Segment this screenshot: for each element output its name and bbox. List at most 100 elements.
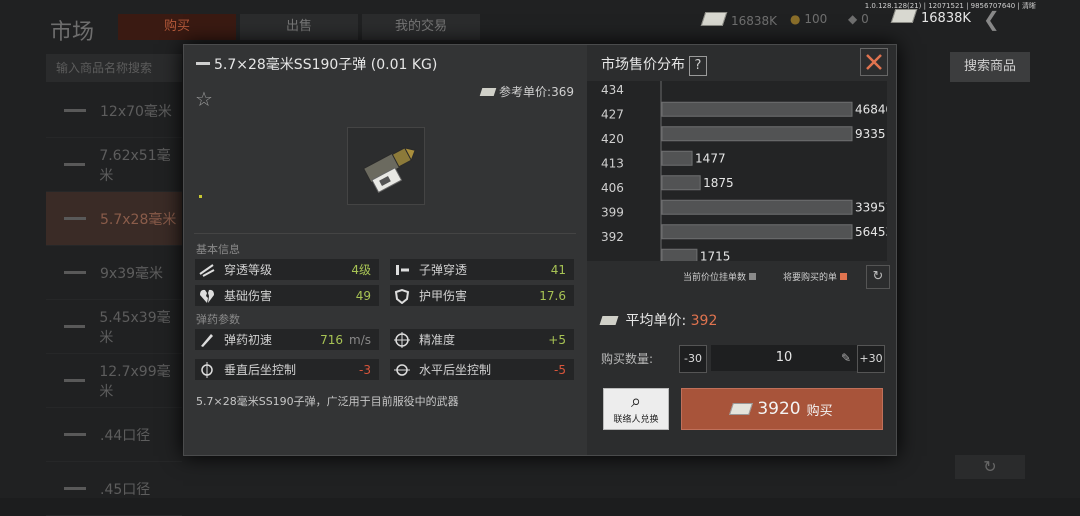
bar-value-label: 33951	[855, 200, 887, 214]
cash-icon	[729, 403, 754, 415]
bullet-icon	[196, 62, 210, 65]
quantity-input[interactable]: 10 ✎	[711, 345, 857, 371]
stat-muzzle-velocity: 弹药初速 716 m/s	[195, 329, 379, 350]
indicator-dot	[199, 195, 202, 198]
currency-bond: ◆ 0	[848, 12, 869, 26]
tick-label: 399	[601, 206, 624, 220]
market-price-panel: 市场售价分布? 434 46840 427 9335 420 1477 413 1875 406…	[587, 45, 896, 455]
tick-label: 392	[601, 230, 624, 244]
stat-bullet-penetration: 子弹穿透 41	[390, 259, 574, 280]
item-image	[347, 127, 425, 205]
stat-vertical-recoil: 垂直后坐控制 -3	[195, 359, 379, 380]
item-detail-modal: 5.7×28毫米SS190子弹 (0.01 KG) ☆ 参考单价:369 基本信…	[183, 44, 897, 456]
quantity-minus-button[interactable]: -30	[679, 345, 707, 373]
bar	[661, 199, 853, 215]
tab-buy[interactable]: 购买	[118, 14, 236, 40]
list-item[interactable]: .45口径	[46, 462, 182, 516]
chart-legend: 当前价位挂单数 将要购买的单	[587, 263, 896, 289]
top-money: 16838K	[890, 9, 971, 26]
list-item[interactable]: 7.62x51毫米	[46, 138, 182, 192]
refresh-icon: ↻	[872, 269, 884, 284]
close-button[interactable]	[860, 48, 888, 76]
price-distribution-chart: 434 46840 427 9335 420 1477 413 1875 406 33951 399…	[587, 81, 887, 261]
tick-label: 434	[601, 83, 624, 97]
bar	[661, 126, 853, 142]
cash-icon	[599, 316, 619, 325]
favorite-star-icon[interactable]: ☆	[195, 87, 213, 111]
market-distribution-title: 市场售价分布?	[601, 54, 707, 76]
bullet-icon	[64, 379, 86, 382]
item-description: 5.7×28毫米SS190子弹，广泛用于目前服役中的武器	[196, 395, 459, 408]
bar-value-label: 56453	[855, 225, 887, 239]
refresh-icon[interactable]: ↻	[955, 455, 1025, 479]
tick-label: 427	[601, 108, 624, 122]
list-item[interactable]: .44口径	[46, 408, 182, 462]
list-item-selected[interactable]: 5.7x28毫米	[46, 192, 182, 246]
horizontal-recoil-icon	[393, 361, 411, 379]
tick-label: 420	[601, 132, 624, 146]
tick-label: 413	[601, 157, 624, 171]
refresh-chart-button[interactable]: ↻	[866, 265, 890, 289]
divider	[194, 233, 576, 234]
bar	[661, 224, 853, 240]
cash-icon	[890, 9, 918, 23]
bullet-icon	[64, 325, 86, 328]
bullet-icon	[64, 163, 86, 166]
currency-cash: 16838K	[700, 12, 777, 28]
stat-horizontal-recoil: 水平后坐控制 -5	[390, 359, 574, 380]
legend-buy: 将要购买的单	[783, 270, 848, 283]
reference-price: 参考单价:369	[479, 83, 574, 100]
tab-my-trades[interactable]: 我的交易	[362, 14, 480, 40]
tab-sell[interactable]: 出售	[240, 14, 358, 40]
cash-icon	[479, 88, 497, 96]
bar	[661, 101, 853, 117]
contact-exchange-button[interactable]: ⌕ 联络人兑换	[603, 388, 669, 430]
broken-heart-icon	[198, 287, 216, 305]
help-icon[interactable]: ?	[689, 56, 707, 76]
bar-value-label: 1477	[695, 151, 726, 165]
coin-icon: ●	[790, 12, 801, 26]
bullet-icon	[64, 487, 86, 490]
muzzle-velocity-icon	[198, 331, 216, 349]
item-info-panel: 5.7×28毫米SS190子弹 (0.01 KG) ☆ 参考单价:369 基本信…	[184, 45, 586, 455]
quantity-plus-button[interactable]: +30	[857, 345, 885, 373]
list-item[interactable]: 5.45x39毫米	[46, 300, 182, 354]
stat-armor-damage: 护甲伤害 17.6	[390, 285, 574, 306]
list-item[interactable]: 12.7x99毫米	[46, 354, 182, 408]
bar-value-label: 9335	[855, 127, 886, 141]
list-item[interactable]: 12x70毫米	[46, 84, 182, 138]
back-arrow-icon[interactable]: ❮	[983, 7, 1000, 31]
section-basic-info: 基本信息	[196, 243, 240, 256]
ammo-list: 12x70毫米 7.62x51毫米 5.7x28毫米 9x39毫米 5.45x3…	[46, 84, 182, 516]
average-price: 平均单价: 392	[599, 310, 717, 330]
bullet-icon	[64, 217, 86, 220]
bar-value-label: 1715	[700, 249, 731, 261]
legend-current: 当前价位挂单数	[683, 270, 757, 283]
tick-label: 406	[601, 181, 624, 195]
bullet-penetration-icon	[393, 261, 411, 279]
quantity-label: 购买数量:	[601, 352, 654, 366]
vertical-recoil-icon	[198, 361, 216, 379]
cash-icon	[700, 12, 728, 26]
item-title: 5.7×28毫米SS190子弹 (0.01 KG)	[196, 54, 437, 74]
bullet-icon	[64, 271, 86, 274]
search-button[interactable]: 搜索商品	[950, 52, 1030, 82]
pencil-icon[interactable]: ✎	[841, 345, 851, 371]
bar	[661, 175, 701, 191]
bar-value-label: 46840	[855, 102, 887, 116]
stat-accuracy: 精准度 +5	[390, 329, 574, 350]
search-icon: ⌕	[630, 391, 642, 412]
market-tabs: 购买 出售 我的交易	[118, 14, 480, 40]
armor-damage-icon	[393, 287, 411, 305]
buy-button[interactable]: 3920 购买	[681, 388, 883, 430]
bar	[661, 150, 693, 166]
stat-penetration-level: 穿透等级 4级	[195, 259, 379, 280]
list-item[interactable]: 9x39毫米	[46, 246, 182, 300]
accuracy-icon	[393, 331, 411, 349]
market-search-input[interactable]: 输入商品名称搜索	[46, 54, 182, 82]
penetration-level-icon	[198, 261, 216, 279]
bullet-icon	[64, 433, 86, 436]
bullet-icon	[64, 109, 86, 112]
market-title: 市场	[50, 20, 95, 45]
close-icon	[866, 54, 882, 70]
